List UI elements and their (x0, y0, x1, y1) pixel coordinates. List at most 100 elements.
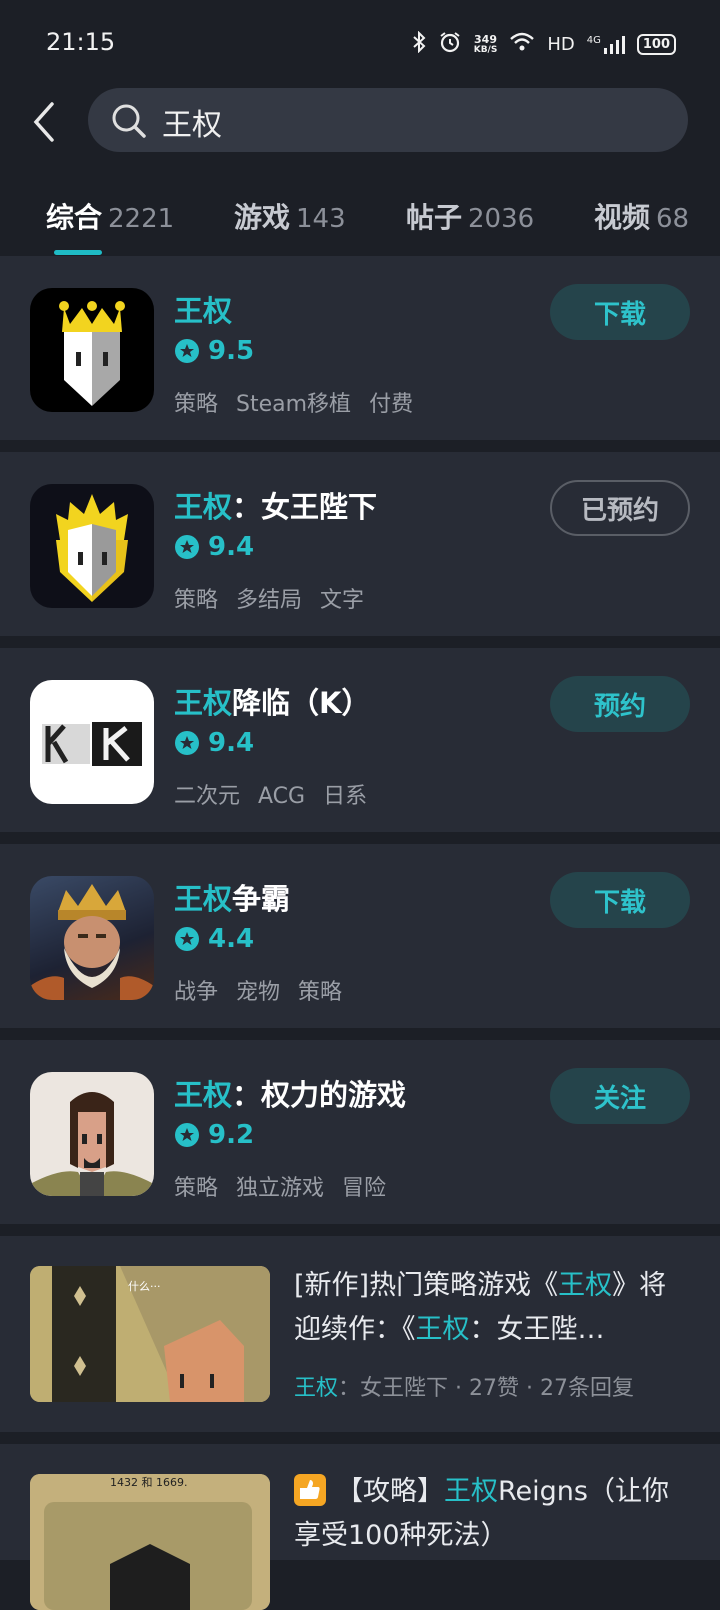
search-icon (110, 102, 148, 144)
title-rest: 降临（K） (232, 686, 371, 720)
download-button[interactable]: 下载 (550, 872, 690, 928)
download-button[interactable]: 下载 (550, 284, 690, 340)
tab-count: 2036 (468, 204, 535, 234)
tag: 策略 (174, 588, 219, 613)
game-icon (30, 876, 154, 1000)
tag: 策略 (174, 1176, 219, 1201)
post-item[interactable]: 1432 和 1669. 【攻略】王权Reigns（让你享受100种死法） (0, 1444, 720, 1610)
game-title: 王权：女王陛下 (174, 484, 377, 526)
game-title: 王权降临（K） (174, 680, 371, 722)
post-thumbnail: 什么··· (30, 1266, 270, 1402)
game-title: 王权 (174, 288, 232, 330)
meta-text: ：女王陛下 · 27赞 · 27条回复 (338, 1376, 634, 1401)
game-icon (30, 484, 154, 608)
game-rating: 9.5 (174, 336, 254, 366)
game-tags: 战争 宠物 策略 (174, 974, 360, 1006)
title-highlight: 王权 (415, 1314, 470, 1345)
tag: 策略 (298, 980, 343, 1005)
game-tags: 策略 多结局 文字 (174, 582, 382, 614)
title-highlight: 王权 (174, 686, 233, 720)
game-title: 王权争霸 (174, 876, 290, 918)
thumb-caption: 1432 和 1669. (110, 1476, 188, 1489)
battery-icon: 100 (636, 34, 676, 55)
game-tags: 二次元 ACG 日系 (174, 778, 385, 810)
tag: 二次元 (174, 784, 241, 809)
reserved-button[interactable]: 已预约 (550, 480, 690, 536)
tag: 独立游戏 (236, 1176, 325, 1201)
reserve-button[interactable]: 预约 (550, 676, 690, 732)
title-rest: ：女王陛下 (232, 490, 378, 524)
game-card[interactable]: 王权 9.5 策略 Steam移植 付费 下载 (0, 256, 720, 440)
tab-label: 视频 (594, 201, 651, 234)
star-icon (175, 1123, 199, 1147)
star-icon (175, 731, 199, 755)
follow-button[interactable]: 关注 (550, 1068, 690, 1124)
title-highlight: 王权 (444, 1476, 498, 1507)
title-rest: 争霸 (232, 882, 291, 916)
status-bar: 21:15 349 KB/S HD 4G 100 (0, 0, 720, 88)
search-input[interactable]: 王权 (88, 88, 688, 152)
tab-label: 游戏 (234, 201, 291, 234)
tag: 付费 (369, 392, 414, 417)
rating-value: 9.4 (208, 532, 255, 562)
title-highlight: 王权 (558, 1270, 613, 1301)
signal-type: 4G (586, 34, 601, 46)
result-tabs: 综合 2221 游戏 143 帖子 2036 视频 68 (0, 170, 720, 255)
star-icon (175, 927, 199, 951)
tag: 策略 (174, 392, 219, 417)
tab-count: 68 (656, 204, 690, 234)
back-arrow-icon (33, 102, 54, 142)
alarm-icon (438, 30, 462, 59)
star-icon (175, 339, 199, 363)
post-title: 【攻略】王权Reigns（让你享受100种死法） (294, 1470, 684, 1558)
thumb-caption: 什么··· (128, 1280, 161, 1293)
game-rating: 9.4 (174, 728, 254, 758)
tab-posts[interactable]: 帖子 2036 (406, 196, 534, 236)
rating-value: 9.5 (208, 336, 255, 366)
title-highlight: 王权 (174, 490, 233, 524)
game-rating: 4.4 (174, 924, 254, 954)
post-meta: 王权：女王陛下 · 27赞 · 27条回复 (294, 1370, 634, 1402)
post-title: [新作]热门策略游戏《王权》将迎续作：《王权：女王陛… (294, 1264, 684, 1352)
game-card[interactable]: 王权：权力的游戏 9.2 策略 独立游戏 冒险 关注 (0, 1040, 720, 1224)
tag: ACG (258, 784, 306, 809)
star-icon (175, 535, 199, 559)
tag: 冒险 (342, 1176, 387, 1201)
game-tags: 策略 Steam移植 付费 (174, 386, 431, 418)
rating-value: 4.4 (208, 924, 255, 954)
tab-all[interactable]: 综合 2221 (46, 196, 174, 236)
tab-games[interactable]: 游戏 143 (234, 196, 346, 236)
tab-count: 2221 (108, 204, 175, 234)
title-highlight: 王权 (174, 1078, 233, 1112)
signal-icon: 4G (587, 35, 625, 55)
tag: 战争 (174, 980, 219, 1005)
rating-value: 9.4 (208, 728, 255, 758)
tag: Steam移植 (236, 392, 352, 417)
rating-value: 9.2 (208, 1120, 255, 1150)
title-rest: ：权力的游戏 (232, 1078, 407, 1112)
hd-label: HD (547, 34, 575, 55)
post-thumbnail: 1432 和 1669. (30, 1474, 270, 1610)
tab-label: 综合 (46, 201, 103, 234)
back-button[interactable] (26, 100, 66, 144)
game-icon (30, 1072, 154, 1196)
status-icons: 349 KB/S HD 4G 100 (412, 30, 676, 59)
game-rating: 9.2 (174, 1120, 254, 1150)
net-speed-value: 349 (474, 32, 497, 46)
bluetooth-icon (412, 30, 426, 58)
tab-count: 143 (296, 204, 346, 234)
game-card[interactable]: 王权：女王陛下 9.4 策略 多结局 文字 已预约 (0, 452, 720, 636)
tab-label: 帖子 (406, 201, 463, 234)
game-tags: 策略 独立游戏 冒险 (174, 1170, 404, 1202)
tag: 多结局 (236, 588, 303, 613)
title-text: [新作]热门策略游戏《 (294, 1270, 559, 1301)
game-card[interactable]: 王权降临（K） 9.4 二次元 ACG 日系 预约 (0, 648, 720, 832)
game-icon (30, 288, 154, 412)
tab-active-indicator (54, 250, 102, 255)
title-highlight: 王权 (174, 882, 233, 916)
tab-videos[interactable]: 视频 68 (594, 196, 689, 236)
post-item[interactable]: 什么··· [新作]热门策略游戏《王权》将迎续作：《王权：女王陛… 王权：女王陛… (0, 1236, 720, 1432)
net-speed: 349 KB/S (474, 34, 498, 56)
game-card[interactable]: 王权争霸 4.4 战争 宠物 策略 下载 (0, 844, 720, 1028)
tag: 文字 (320, 588, 365, 613)
